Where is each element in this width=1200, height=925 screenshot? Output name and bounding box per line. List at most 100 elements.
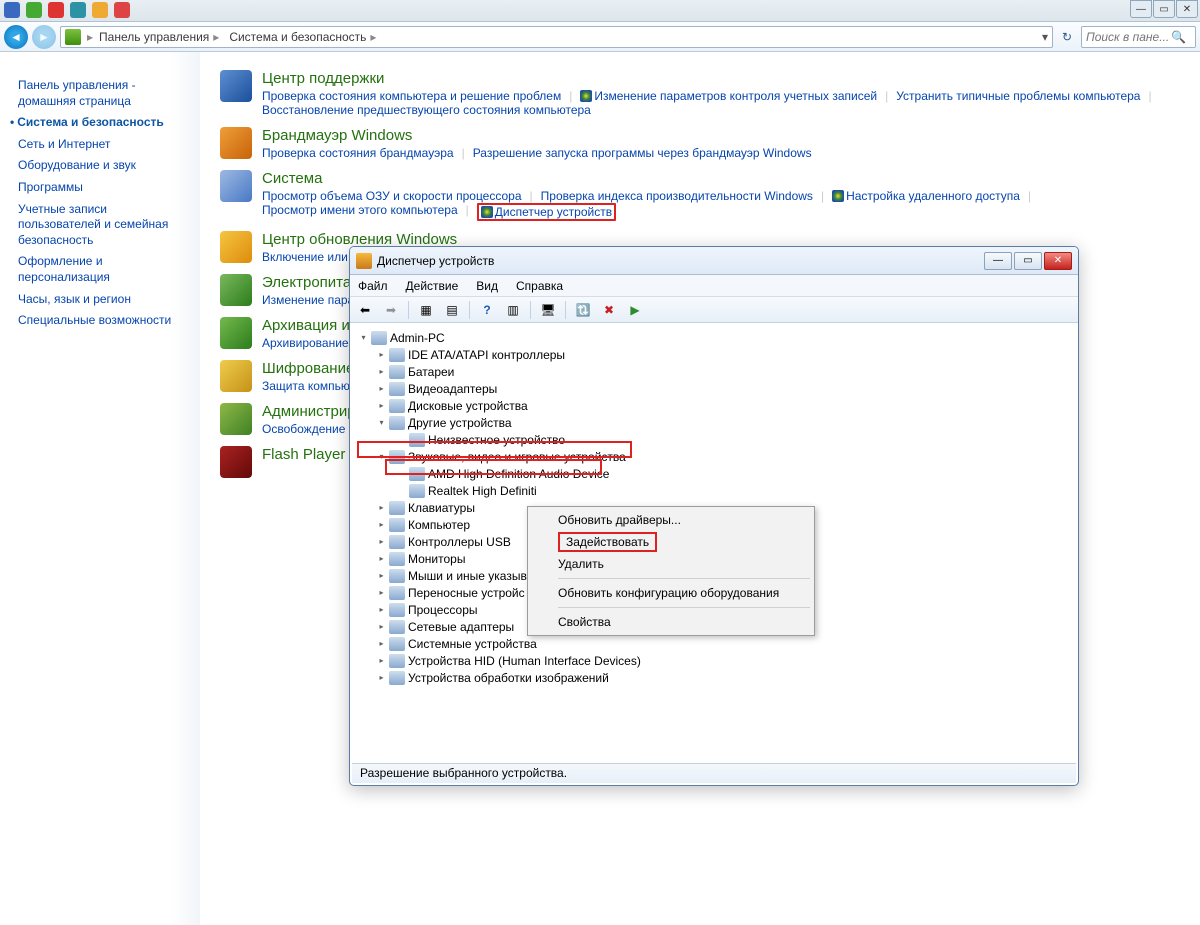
refresh-icon[interactable]: ↻: [1057, 27, 1077, 47]
category-icon: [220, 446, 252, 478]
search-icon[interactable]: 🔍: [1171, 30, 1186, 44]
sidebar-item[interactable]: Система и безопасность: [18, 115, 190, 131]
status-bar: Разрешение выбранного устройства.: [352, 763, 1076, 783]
device-icon: [389, 365, 405, 379]
device-icon: [389, 603, 405, 617]
context-menu-item[interactable]: Обновить конфигурацию оборудования: [530, 582, 812, 604]
category-link[interactable]: Восстановление предшествующего состояния…: [262, 103, 591, 117]
device-icon: [389, 518, 405, 532]
search-box[interactable]: 🔍: [1081, 26, 1196, 48]
device-icon: [389, 671, 405, 685]
details-icon[interactable]: ▤: [441, 299, 463, 321]
refresh-hw-icon[interactable]: 🔃: [572, 299, 594, 321]
shield-icon: [481, 206, 493, 218]
search-input[interactable]: [1086, 30, 1171, 44]
menu-item[interactable]: Справка: [516, 279, 563, 293]
sidebar-item[interactable]: Учетные записи пользователей и семейная …: [18, 202, 190, 249]
sidebar-item[interactable]: Оборудование и звук: [18, 158, 190, 174]
category-title[interactable]: Flash Player (3: [262, 446, 363, 463]
uninstall-icon[interactable]: ✖: [598, 299, 620, 321]
props-icon[interactable]: ▥: [502, 299, 524, 321]
window-title-bar[interactable]: Диспетчер устройств — ▭ ✕: [350, 247, 1078, 275]
category-title[interactable]: Брандмауэр Windows: [262, 127, 812, 144]
sidebar-item[interactable]: Программы: [18, 180, 190, 196]
tree-item[interactable]: ▸Устройства HID (Human Interface Devices…: [354, 652, 1074, 669]
context-menu-item[interactable]: Удалить: [530, 553, 812, 575]
tree-item[interactable]: ▾Звуковые, видео и игровые устройства: [354, 448, 1074, 465]
category-link[interactable]: Просмотр объема ОЗУ и скорости процессор…: [262, 189, 522, 203]
tree-item[interactable]: ▸Системные устройства: [354, 635, 1074, 652]
category-title[interactable]: Центр поддержки: [262, 70, 1180, 87]
device-icon: [389, 637, 405, 651]
tree-item[interactable]: AMD High Definition Audio Device: [354, 465, 1074, 482]
category-link[interactable]: Просмотр имени этого компьютера: [262, 203, 458, 217]
sidebar-item[interactable]: Оформление и персонализация: [18, 254, 190, 285]
minimize-button[interactable]: —: [984, 252, 1012, 270]
tab-icon[interactable]: [48, 2, 64, 18]
context-menu-item[interactable]: Свойства: [530, 611, 812, 633]
back-icon[interactable]: ⬅: [354, 299, 376, 321]
close-button[interactable]: ✕: [1044, 252, 1072, 270]
tree-item[interactable]: ▸Видеоадаптеры: [354, 380, 1074, 397]
category-title[interactable]: Шифрование: [262, 360, 362, 377]
device-icon: [389, 450, 405, 464]
minimize-icon[interactable]: —: [1130, 0, 1152, 18]
category-link[interactable]: Настройка удаленного доступа: [846, 189, 1020, 203]
category-icon: [220, 127, 252, 159]
sidebar-item[interactable]: Сеть и Интернет: [18, 137, 190, 153]
maximize-icon[interactable]: ▭: [1153, 0, 1175, 18]
device-icon: [389, 501, 405, 515]
menu-item[interactable]: Действие: [406, 279, 459, 293]
help-icon[interactable]: ?: [476, 299, 498, 321]
device-icon: [389, 535, 405, 549]
device-icon: [389, 348, 405, 362]
address-bar[interactable]: ▸ Панель управления Система и безопаснос…: [60, 26, 1053, 48]
sidebar-item[interactable]: Специальные возможности: [18, 313, 190, 329]
category-link[interactable]: Изменение параметров контроля учетных за…: [594, 89, 877, 103]
device-icon: [409, 467, 425, 481]
forward-icon[interactable]: ➡: [380, 299, 402, 321]
category-link[interactable]: Защита компьюте: [262, 379, 362, 393]
view-icon[interactable]: ▦: [415, 299, 437, 321]
enable-icon[interactable]: ▶: [624, 299, 646, 321]
sidebar-item[interactable]: Панель управления - домашняя страница: [18, 78, 190, 109]
context-menu-item[interactable]: Задействовать: [530, 531, 812, 553]
tree-item[interactable]: Realtek High Definiti: [354, 482, 1074, 499]
category-link[interactable]: Проверка состояния брандмауэра: [262, 146, 454, 160]
category-link[interactable]: Проверка состояния компьютера и решение …: [262, 89, 561, 103]
tab-icon[interactable]: [26, 2, 42, 18]
tree-item[interactable]: ▸Дисковые устройства: [354, 397, 1074, 414]
scan-icon[interactable]: 🖥: [537, 299, 559, 321]
tab-icon[interactable]: [92, 2, 108, 18]
device-icon: [389, 620, 405, 634]
category-link[interactable]: Изменение парам: [262, 293, 362, 307]
tree-item[interactable]: ▸Батареи: [354, 363, 1074, 380]
back-button[interactable]: ◄: [4, 25, 28, 49]
tree-item[interactable]: ▸Устройства обработки изображений: [354, 669, 1074, 686]
context-menu-item[interactable]: Обновить драйверы...: [530, 509, 812, 531]
category-icon: [220, 274, 252, 306]
category-title[interactable]: Система: [262, 170, 1180, 187]
tab-icon[interactable]: [4, 2, 20, 18]
forward-button[interactable]: ►: [32, 25, 56, 49]
tree-item[interactable]: ▸IDE ATA/ATAPI контроллеры: [354, 346, 1074, 363]
menu-item[interactable]: Вид: [476, 279, 498, 293]
breadcrumb[interactable]: Панель управления: [99, 30, 223, 44]
sidebar-item[interactable]: Часы, язык и регион: [18, 292, 190, 308]
category-link[interactable]: Проверка индекса производительности Wind…: [541, 189, 813, 203]
tab-icon[interactable]: [70, 2, 86, 18]
computer-icon: [371, 331, 387, 345]
device-icon: [389, 569, 405, 583]
tree-root[interactable]: ▾Admin-PC: [354, 329, 1074, 346]
category-link[interactable]: Устранить типичные проблемы компьютера: [896, 89, 1140, 103]
maximize-button[interactable]: ▭: [1014, 252, 1042, 270]
dropdown-icon[interactable]: ▾: [1042, 30, 1048, 44]
category-link[interactable]: Диспетчер устройств: [495, 205, 612, 219]
breadcrumb[interactable]: Система и безопасность: [229, 30, 380, 44]
close-icon[interactable]: ✕: [1176, 0, 1198, 18]
menu-item[interactable]: Файл: [358, 279, 388, 293]
tree-item[interactable]: ▾Другие устройства: [354, 414, 1074, 431]
tab-icon[interactable]: [114, 2, 130, 18]
category-link[interactable]: Разрешение запуска программы через бранд…: [473, 146, 812, 160]
tree-item[interactable]: Неизвестное устройство: [354, 431, 1074, 448]
